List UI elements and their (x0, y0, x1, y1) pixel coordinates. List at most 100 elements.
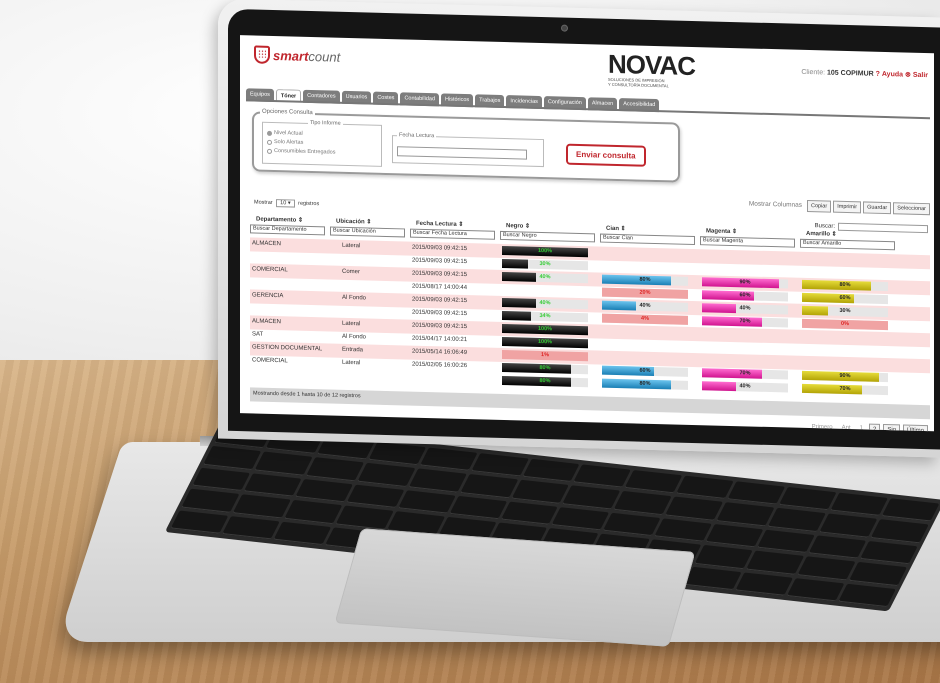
exit-link[interactable]: Salir (913, 72, 928, 79)
keyboard-key (786, 577, 845, 602)
column-search-input[interactable]: Buscar Cian (600, 233, 695, 246)
page-length: Mostrar 10 ▾ registros (254, 199, 319, 208)
keyboard-key (449, 495, 507, 520)
keyboard-key (273, 521, 332, 546)
toner-bar-magenta: 40% (702, 381, 788, 393)
toner-bar-magenta: 40% (702, 303, 788, 315)
column-button-imprimir[interactable]: Imprimir (833, 200, 862, 214)
keyboard-key (716, 502, 775, 527)
keyboard-key (603, 512, 661, 537)
keyboard-key (522, 458, 580, 483)
novac-subtitle-2: Y CONSULTORÍA DOCUMENTAL (608, 81, 669, 89)
cell-loc: Al Fondo (342, 294, 367, 302)
keyboard-key (624, 470, 683, 494)
column-search-input[interactable]: Buscar Departamento (250, 224, 325, 236)
keyboard-key (511, 480, 570, 504)
keyboard-key (757, 529, 816, 554)
keyboard-key (181, 488, 240, 513)
keyboard-key (397, 490, 456, 514)
keyboard-key (294, 478, 353, 503)
keyboard-key (243, 473, 302, 497)
toner-bar-magenta: 90% (702, 277, 788, 289)
keyboard-key (849, 562, 907, 586)
keyboard-key (573, 464, 632, 489)
toner-bar-yellow: 80% (802, 279, 888, 292)
cell-date: 2015/09/03 09:42:15 (412, 257, 468, 266)
keyboard-key (613, 491, 672, 515)
toner-bar-black: 1% (502, 349, 588, 362)
keyboard-key (808, 535, 867, 559)
keyboard-key (192, 467, 251, 492)
toner-bar-cyan: 80% (602, 378, 688, 390)
column-search-input[interactable]: Buscar Ubicación (330, 226, 405, 238)
column-header-5[interactable]: Magenta ⇕ (706, 227, 737, 235)
column-header-2[interactable]: Fecha Lectura ⇕ (416, 220, 463, 228)
toner-bar-black: 80% (502, 362, 588, 375)
toner-bar-cyan: 20% (602, 287, 688, 299)
keyboard-key (500, 501, 559, 525)
radio-solo-alertas[interactable]: Solo Alertas (267, 139, 381, 148)
submit-query-button[interactable]: Enviar consulta (566, 143, 646, 167)
radio-nivel-actual[interactable]: Nivel Actual (267, 130, 381, 139)
keyboard-key (838, 583, 897, 608)
column-button-copiar[interactable]: Copiar (807, 199, 832, 213)
keyboard-key (470, 453, 529, 477)
column-button-guardar[interactable]: Guardar (863, 201, 892, 215)
toner-bar-yellow: 60% (802, 292, 888, 305)
keyboard-key (695, 545, 753, 569)
toner-bar-magenta: 70% (702, 368, 788, 380)
radio-icon (267, 139, 272, 145)
toner-bar-black: 30% (502, 258, 588, 271)
cell-loc: Lateral (342, 359, 361, 367)
radio-consumibles[interactable]: Consumibles Entregados (267, 148, 381, 157)
cell-loc: Entrada (342, 346, 364, 354)
keyboard-key (859, 540, 918, 565)
column-search-input[interactable]: Buscar Fecha Lectura (410, 228, 495, 240)
novac-logo: NOVAC SOLUCIONES DE IMPRESIÓN Y CONSULTO… (608, 49, 695, 89)
toner-bar-black: 100% (502, 245, 588, 258)
length-select[interactable]: 10 ▾ (276, 199, 295, 208)
logo-bold: smart (273, 47, 309, 64)
date-input[interactable] (397, 146, 527, 160)
radio-icon (267, 148, 272, 154)
cell-date: 2015/09/03 09:42:15 (412, 244, 468, 253)
laptop-base (0, 420, 940, 683)
toner-bar-yellow: 30% (802, 305, 888, 318)
page-button-último[interactable]: Último (902, 424, 928, 432)
column-button-seleccionar[interactable]: Seleccionar (893, 202, 930, 216)
keyboard-key (562, 485, 621, 510)
keyboard-key (346, 484, 405, 509)
cell-date: 2015/05/14 16:06:49 (412, 348, 468, 357)
toner-bar-yellow: 90% (802, 370, 888, 383)
cell-dept: COMERCIAL (252, 266, 288, 274)
toner-bar-black: 34% (502, 310, 588, 323)
column-header-4[interactable]: Cian ⇕ (606, 225, 626, 233)
toner-bar-black: 80% (502, 375, 588, 388)
laptop-lid: smartcount NOVAC SOLUCIONES DE IMPRESIÓN… (218, 0, 940, 458)
help-icon[interactable]: ? (876, 71, 880, 78)
column-search-input[interactable]: Buscar Magenta (700, 236, 795, 248)
toner-bar-black: 40% (502, 271, 588, 284)
column-search-input[interactable]: Buscar Negro (500, 230, 595, 243)
column-header-1[interactable]: Ubicación ⇕ (336, 218, 371, 226)
cell-date: 2015/02/05 16:00:26 (412, 361, 468, 370)
column-header-0[interactable]: Departamento ⇕ (256, 216, 303, 224)
column-header-6[interactable]: Amarillo ⇕ (806, 230, 837, 238)
help-link[interactable]: Ayuda (882, 71, 903, 79)
cell-dept: COMERCIAL (252, 357, 288, 365)
close-icon[interactable]: ⊗ (905, 72, 911, 79)
column-search-input[interactable]: Buscar Amarillo (800, 238, 895, 251)
cell-date: 2015/09/03 09:42:15 (412, 309, 468, 318)
keyboard-key (881, 498, 940, 522)
toner-bar-cyan: 4% (602, 313, 688, 325)
query-options: Opciones Consulta Tipo Informe Nivel Act… (252, 108, 680, 183)
cell-dept: ALMACEN (252, 240, 282, 248)
radio-icon (267, 130, 272, 136)
camera-icon (561, 24, 568, 32)
keyboard-key (654, 518, 713, 542)
keyboard-key (819, 513, 878, 538)
column-button-mostrar-columnas[interactable]: Mostrar Columnas (746, 198, 805, 212)
keyboard-key (335, 505, 394, 530)
column-header-3[interactable]: Negro ⇕ (506, 222, 530, 230)
cell-dept: SAT (252, 331, 264, 338)
